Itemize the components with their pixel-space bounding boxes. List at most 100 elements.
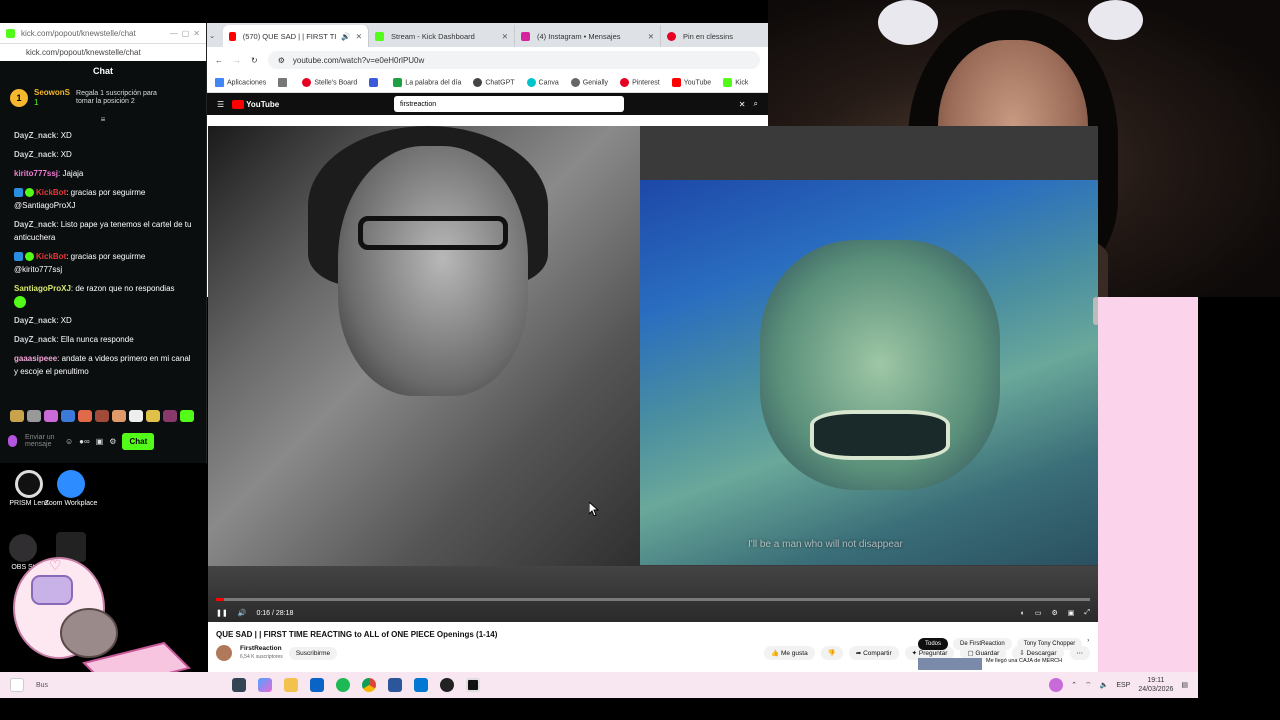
close-tab-icon[interactable]: ✕ [356, 32, 362, 41]
wifi-icon[interactable]: ⌔ [1085, 681, 1092, 690]
chrome-icon[interactable] [362, 678, 377, 692]
settings-icon[interactable]: ⚙ [1051, 609, 1057, 617]
fullscreen-icon[interactable]: ⤢ [1084, 609, 1090, 617]
tab-kick-dashboard[interactable]: Stream - Kick Dashboard ✕ [369, 25, 515, 47]
back-icon[interactable]: ← [215, 56, 223, 65]
prism-taskbar-icon[interactable] [466, 678, 481, 692]
youtube-logo[interactable]: YouTube [232, 99, 279, 109]
chat-url[interactable]: kick.com/popout/knewstelle/chat [0, 43, 206, 61]
notifications-icon[interactable]: ▤ [1181, 681, 1188, 689]
tray-chevron-icon[interactable]: ⌃ [1071, 681, 1077, 689]
word-icon[interactable] [388, 678, 403, 692]
share-button[interactable]: ➦ Compartir [848, 646, 899, 660]
emote-icon[interactable] [146, 410, 160, 422]
dislike-icon[interactable]: 👎 [820, 646, 843, 660]
bookmark-grid[interactable] [278, 78, 290, 87]
lang-indicator[interactable]: ESP [1116, 682, 1130, 689]
obs-taskbar-icon[interactable] [440, 678, 455, 692]
volume-icon[interactable]: 🔊 [238, 609, 247, 617]
tab-instagram[interactable]: (4) Instagram • Mensajes ✕ [515, 25, 661, 47]
miniplayer-icon[interactable]: ▣ [1068, 609, 1075, 617]
video-progress-track[interactable] [216, 598, 1090, 601]
bookmark-stelles-board[interactable]: Stelle's Board [302, 78, 357, 87]
channel-name[interactable]: FirstReaction [240, 645, 283, 653]
close-tab-icon[interactable]: ✕ [648, 32, 654, 41]
audio-icon[interactable]: 🔊 [341, 32, 350, 41]
emote-icon[interactable] [180, 410, 194, 422]
search-label[interactable]: Bus [36, 682, 48, 689]
chat-user[interactable]: DayZ_nack [14, 335, 56, 344]
chat-user[interactable]: kirito777ssj [14, 169, 58, 178]
clock[interactable]: 19:11 24/03/2026 [1138, 676, 1173, 694]
desktop-icon-zoom[interactable]: Zoom Workplace [42, 470, 100, 507]
youtube-search-input[interactable]: firstreaction [394, 96, 624, 112]
video-player[interactable]: I'll be a man who will not disappear ❚❚ … [208, 126, 1098, 622]
subtitles-icon[interactable]: ▭ [1035, 609, 1042, 617]
users-icon[interactable]: ●∞ [79, 437, 90, 446]
volume-icon[interactable]: 🔈 [1100, 681, 1109, 689]
clear-search-icon[interactable]: ✕ [739, 100, 746, 109]
send-chat-button[interactable]: Chat [122, 432, 155, 450]
task-view-icon[interactable] [232, 678, 247, 692]
url-field[interactable]: ⚙ youtube.com/watch?v=e0eH0rlPU0w [267, 51, 760, 69]
chip-chopper[interactable]: Tony Tony Chopper [1016, 638, 1083, 650]
chips-next-icon[interactable]: › [1087, 638, 1089, 650]
pinned-gift-leaderboard[interactable]: 1 SeowonS 1 Regala 1 suscripción para to… [0, 81, 206, 115]
start-icon[interactable] [10, 678, 24, 692]
notification-app-icon[interactable] [1049, 678, 1064, 692]
related-video[interactable]: Me llegó una CAJA de MERCH [918, 658, 1088, 670]
emote-icon[interactable] [44, 410, 58, 422]
minimize-icon[interactable]: — [170, 29, 178, 38]
emote-icon[interactable] [112, 410, 126, 422]
chip-all[interactable]: Todos [918, 638, 949, 650]
bookmark-canva[interactable]: Canva [526, 78, 559, 87]
bookmark-pinterest[interactable]: Pinterest [620, 78, 660, 87]
chat-user[interactable]: DayZ_nack [14, 150, 56, 159]
spotify-icon[interactable] [336, 678, 351, 692]
maximize-icon[interactable]: ▢ [182, 29, 190, 38]
bookmark-chatgpt[interactable]: ChatGPT [473, 78, 515, 87]
emote-icon[interactable] [163, 410, 177, 422]
store-icon[interactable] [414, 678, 429, 692]
close-icon[interactable]: ✕ [193, 29, 200, 38]
file-explorer-icon[interactable] [284, 678, 299, 692]
tab-pinterest[interactable]: Pin en clessins [661, 25, 751, 47]
chat-user[interactable]: SantiagoProXJ [14, 284, 71, 293]
close-tab-icon[interactable]: ✕ [502, 32, 508, 41]
site-info-icon[interactable]: ⚙ [278, 56, 285, 65]
pause-icon[interactable]: ❚❚ [216, 609, 228, 617]
emote-icon[interactable] [78, 410, 92, 422]
bookmark-apps[interactable]: Aplicaciones [215, 78, 266, 87]
forward-icon[interactable]: → [233, 56, 241, 65]
bookmark-kick[interactable]: Kick [723, 78, 748, 87]
settings-icon[interactable]: ⚙ [109, 437, 116, 446]
outlook-icon[interactable] [310, 678, 325, 692]
reload-icon[interactable]: ↻ [251, 56, 258, 65]
chat-user[interactable]: KickBot [36, 252, 66, 261]
tab-search-icon[interactable]: ⌄ [209, 31, 223, 40]
channel-avatar[interactable] [216, 645, 232, 661]
emote-icon[interactable] [129, 410, 143, 422]
copilot-icon[interactable] [258, 678, 273, 692]
collapse-icon[interactable]: ≡ [0, 115, 206, 125]
autoplay-toggle-icon[interactable]: ◐ [1021, 610, 1025, 617]
like-button[interactable]: 👍 Me gusta [764, 646, 815, 660]
tab-youtube[interactable]: (570) QUE SAD | | FIRST TI 🔊 ✕ [223, 25, 369, 47]
emote-icon[interactable] [27, 410, 41, 422]
chat-user[interactable]: DayZ_nack [14, 316, 56, 325]
emote-icon[interactable] [61, 410, 75, 422]
bookmark-blue[interactable] [369, 78, 381, 87]
menu-icon[interactable]: ☰ [217, 100, 224, 109]
emote-icon[interactable] [10, 410, 24, 422]
chat-user[interactable]: DayZ_nack [14, 220, 56, 229]
emoji-icon[interactable]: ☺ [65, 437, 73, 446]
bookmark-genially[interactable]: Genially [570, 78, 608, 87]
chat-user[interactable]: DayZ_nack [14, 131, 56, 140]
store-icon[interactable]: ▣ [96, 437, 104, 446]
emote-icon[interactable] [95, 410, 109, 422]
chat-input[interactable]: Enviar un mensaje [25, 434, 59, 448]
search-icon[interactable]: ⌕ [754, 99, 758, 109]
chip-firstreaction[interactable]: De FirstReaction [953, 638, 1012, 650]
microphone-icon[interactable] [8, 435, 17, 447]
chat-user[interactable]: KickBot [36, 188, 66, 197]
